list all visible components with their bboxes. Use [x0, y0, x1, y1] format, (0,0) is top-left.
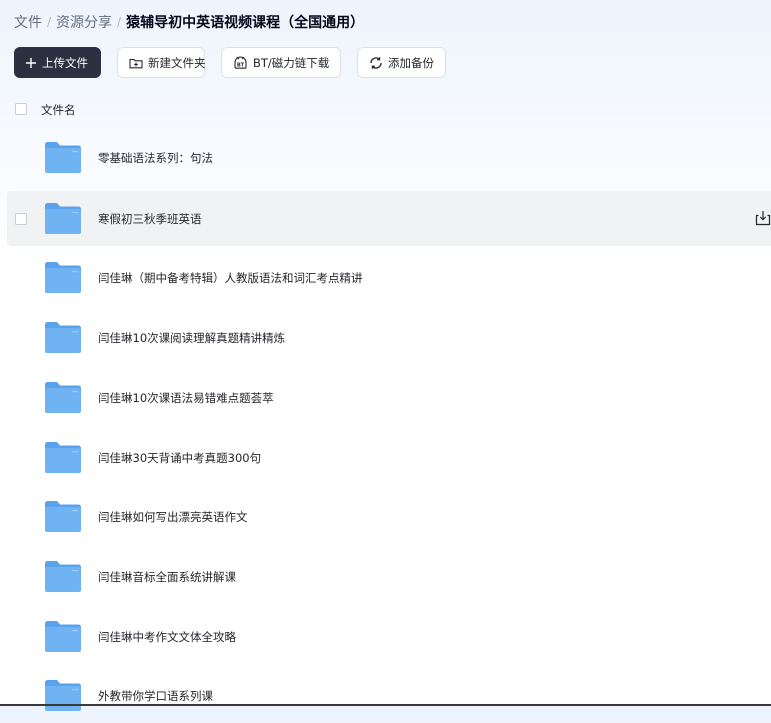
file-name[interactable]: 寒假初三秋季班英语 [98, 211, 202, 227]
bt-magnet-download-label: BT/磁力链下载 [253, 55, 330, 70]
file-name[interactable]: 闫佳琳音标全面系统讲解课 [98, 569, 236, 585]
file-row[interactable]: 闫佳琳音标全面系统讲解课 [7, 549, 771, 604]
folder-icon [45, 322, 81, 353]
file-row[interactable]: 闫佳琳10次课语法易错难点题荟萃 [7, 370, 771, 425]
row-checkbox[interactable] [15, 213, 27, 225]
file-name[interactable]: 闫佳琳如何写出漂亮英语作文 [98, 509, 248, 525]
breadcrumb-separator: / [117, 15, 122, 29]
file-name[interactable]: 闫佳琳中考作文文体全攻略 [98, 629, 236, 645]
file-row[interactable]: 寒假初三秋季班英语 [7, 191, 771, 246]
download-icon[interactable] [755, 210, 771, 226]
folder-icon [45, 262, 81, 293]
breadcrumb-separator: / [47, 15, 52, 29]
new-folder-button[interactable]: 新建文件夹 [117, 47, 206, 78]
breadcrumb-files[interactable]: 文件 [14, 12, 42, 32]
file-name[interactable]: 闫佳琳10次课语法易错难点题荟萃 [98, 390, 274, 406]
file-row[interactable]: 闫佳琳中考作文文体全攻略 [7, 609, 771, 664]
file-name[interactable]: 闫佳琳10次课阅读理解真题精讲精炼 [98, 330, 285, 346]
select-all-checkbox[interactable] [15, 103, 27, 115]
breadcrumb: 文件 / 资源分享 / 猿辅导初中英语视频课程（全国通用） [14, 10, 364, 34]
folder-icon [45, 680, 81, 711]
file-row[interactable]: 闫佳琳（期中备考特辑）人教版语法和词汇考点精讲 [7, 250, 771, 305]
folder-icon [45, 203, 81, 234]
file-list-header: 文件名 [0, 96, 771, 124]
file-row[interactable]: 闫佳琳10次课阅读理解真题精讲精炼 [7, 310, 771, 365]
bt-magnet-download-button[interactable]: BT BT/磁力链下载 [221, 47, 341, 78]
new-folder-label: 新建文件夹 [148, 55, 206, 70]
sync-icon [369, 56, 383, 70]
file-row[interactable]: 零基础语法系列：句法 [7, 130, 771, 185]
file-row[interactable]: 闫佳琳30天背诵中考真题300句 [7, 430, 771, 485]
file-name[interactable]: 外教带你学口语系列课 [98, 688, 213, 704]
folder-icon [45, 442, 81, 473]
file-row[interactable]: 闫佳琳如何写出漂亮英语作文 [7, 489, 771, 544]
svg-text:BT: BT [237, 62, 245, 68]
add-backup-label: 添加备份 [388, 55, 434, 70]
breadcrumb-current-folder: 猿辅导初中英语视频课程（全国通用） [126, 15, 365, 31]
folder-icon [45, 561, 81, 592]
file-name[interactable]: 闫佳琳（期中备考特辑）人教版语法和词汇考点精讲 [98, 270, 363, 286]
add-backup-button[interactable]: 添加备份 [357, 47, 446, 78]
folder-icon [45, 142, 81, 173]
file-name[interactable]: 零基础语法系列：句法 [98, 150, 213, 166]
breadcrumb-resource-share[interactable]: 资源分享 [56, 12, 112, 32]
folder-icon [45, 621, 81, 652]
toolbar: 上传文件 新建文件夹 BT BT/磁力链下载 添加备份 [14, 47, 446, 78]
upload-file-label: 上传文件 [42, 55, 88, 70]
folder-icon [45, 501, 81, 532]
folder-plus-icon [129, 57, 143, 69]
plus-icon [25, 57, 37, 69]
file-name-column-header[interactable]: 文件名 [41, 102, 76, 118]
folder-icon [45, 382, 81, 413]
file-name[interactable]: 闫佳琳30天背诵中考真题300句 [98, 450, 261, 466]
bt-icon: BT [233, 56, 248, 70]
upload-file-button[interactable]: 上传文件 [14, 47, 101, 78]
file-row[interactable]: 外教带你学口语系列课 [7, 668, 771, 723]
